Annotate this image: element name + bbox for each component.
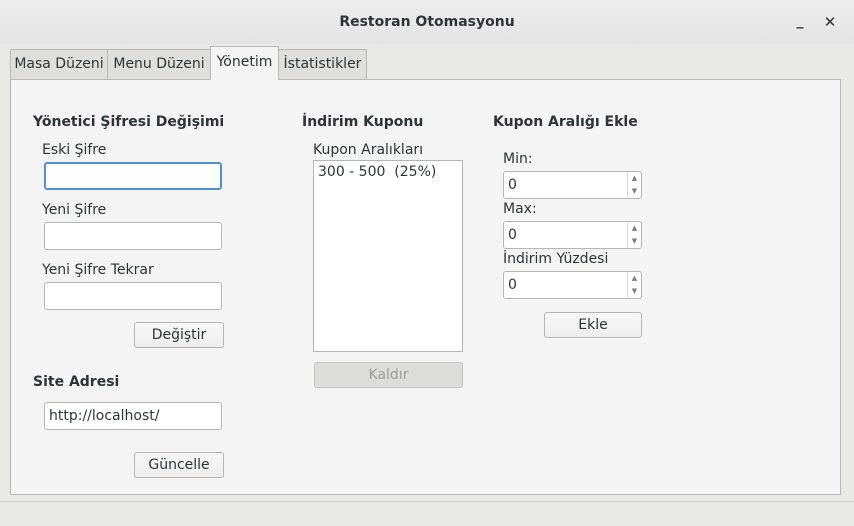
- new-password-label: Yeni Şifre: [42, 202, 107, 218]
- min-spinner[interactable]: 0 ▲ ▼: [503, 171, 642, 199]
- close-button[interactable]: ✕: [821, 13, 839, 31]
- max-label: Max:: [503, 201, 537, 217]
- spinner-arrows: ▲ ▼: [627, 222, 641, 248]
- tab-istatistikler[interactable]: İstatistikler: [278, 49, 367, 79]
- old-password-field[interactable]: [44, 162, 222, 190]
- repeat-password-label: Yeni Şifre Tekrar: [42, 262, 154, 278]
- discount-percent-spinner[interactable]: 0 ▲ ▼: [503, 271, 642, 299]
- add-coupon-section-heading: Kupon Aralığı Ekle: [493, 114, 638, 130]
- site-address-field[interactable]: [44, 402, 222, 430]
- list-item[interactable]: 300 - 500 (25%): [314, 161, 462, 183]
- password-section-heading: Yönetici Şifresi Değişimi: [33, 114, 225, 130]
- coupon-ranges-label: Kupon Aralıkları: [313, 142, 424, 158]
- spin-down-icon[interactable]: ▼: [628, 235, 641, 248]
- window-title: Restoran Otomasyonu: [339, 14, 515, 30]
- min-label: Min:: [503, 151, 533, 167]
- spinner-arrows: ▲ ▼: [627, 272, 641, 298]
- tab-menu-duzeni[interactable]: Menu Düzeni: [107, 49, 211, 79]
- update-site-button[interactable]: Güncelle: [134, 452, 224, 478]
- add-coupon-button[interactable]: Ekle: [544, 312, 642, 338]
- repeat-password-field[interactable]: [44, 282, 222, 310]
- spin-up-icon[interactable]: ▲: [628, 222, 641, 235]
- management-panel: Yönetici Şifresi Değişimi Eski Şifre Yen…: [10, 79, 841, 495]
- tab-yonetim[interactable]: Yönetim: [210, 46, 279, 80]
- min-value: 0: [508, 177, 517, 193]
- minimize-button[interactable]: _: [791, 13, 809, 31]
- title-bar: Restoran Otomasyonu _ ✕: [0, 0, 854, 44]
- spinner-arrows: ▲ ▼: [627, 172, 641, 198]
- old-password-label: Eski Şifre: [42, 142, 107, 158]
- discount-percent-label: İndirim Yüzdesi: [503, 251, 609, 267]
- site-section-heading: Site Adresi: [33, 374, 120, 390]
- spin-down-icon[interactable]: ▼: [628, 285, 641, 298]
- coupon-section-heading: İndirim Kuponu: [302, 114, 424, 130]
- percent-value: 0: [508, 277, 517, 293]
- spin-down-icon[interactable]: ▼: [628, 185, 641, 198]
- remove-coupon-button[interactable]: Kaldır: [314, 362, 463, 388]
- bottom-divider: [0, 501, 854, 502]
- coupon-ranges-list[interactable]: 300 - 500 (25%): [313, 160, 463, 352]
- tab-masa-duzeni[interactable]: Masa Düzeni: [10, 49, 108, 79]
- max-spinner[interactable]: 0 ▲ ▼: [503, 221, 642, 249]
- spin-up-icon[interactable]: ▲: [628, 172, 641, 185]
- max-value: 0: [508, 227, 517, 243]
- new-password-field[interactable]: [44, 222, 222, 250]
- spin-up-icon[interactable]: ▲: [628, 272, 641, 285]
- change-password-button[interactable]: Değiştir: [134, 322, 224, 348]
